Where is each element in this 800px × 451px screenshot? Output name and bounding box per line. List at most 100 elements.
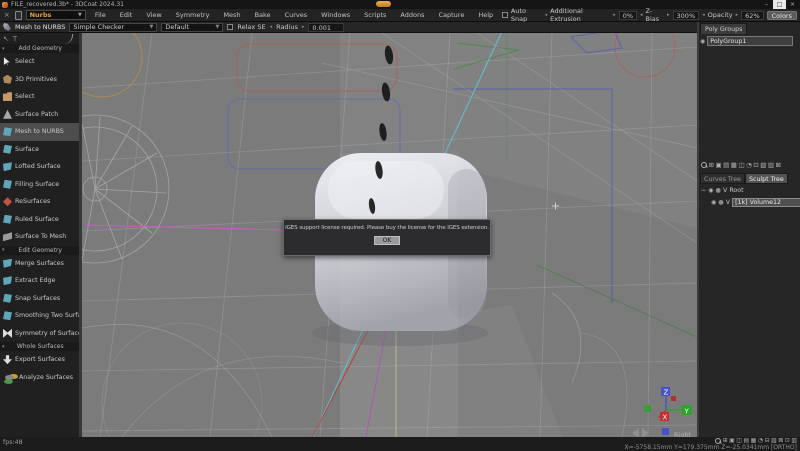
sidebar-item-3d-primitives[interactable]: 3D Primitives	[0, 71, 82, 89]
visibility-icon[interactable]: ◔	[746, 161, 752, 169]
sidebar-item-surface-to-mesh[interactable]: Surface To Mesh	[0, 228, 82, 246]
toggle-icon-2[interactable]: ▣	[729, 437, 735, 444]
sidebar-item-export-surfaces[interactable]: Export Surfaces	[0, 351, 82, 369]
tab-curves-tree[interactable]: Curves Tree	[700, 173, 745, 184]
toggle-icon-1[interactable]: ⊞	[723, 437, 728, 444]
sidebar-item-resurfaces[interactable]: ReSurfaces	[0, 193, 82, 211]
duplicate-icon[interactable]: ▣	[715, 161, 721, 169]
spinner-left-icon[interactable]: ◂	[545, 12, 548, 18]
section-edit-geometry[interactable]: ▾ Edit Geometry	[0, 246, 82, 255]
section-add-geometry[interactable]: ▾ Add Geometry	[0, 44, 82, 53]
polygroup-row[interactable]: ◉ PolyGroup1	[700, 36, 793, 46]
sidebar-item-smoothing-two-surfaces[interactable]: Smoothing Two Surfaces	[0, 307, 82, 325]
section-whole-surfaces[interactable]: ▾ Whole Surfaces	[0, 342, 82, 351]
preset-dropdown[interactable]: Default ▼	[161, 23, 223, 32]
sidebar-item-snap-surfaces[interactable]: Snap Surfaces	[0, 290, 82, 308]
close-tool-icon[interactable]: ×	[3, 11, 11, 19]
menu-mesh[interactable]: Mesh	[218, 11, 245, 19]
sidebar-item-lofted-surface[interactable]: Lofted Surface	[0, 158, 82, 176]
sidebar-item-select-2[interactable]: Select	[0, 88, 82, 106]
opacity-value[interactable]: 62%	[741, 11, 763, 20]
merge-icon[interactable]: ◫	[738, 161, 744, 169]
toggle-icon-10[interactable]: ⊡	[785, 437, 790, 444]
toggle-icon-11[interactable]: ▥	[791, 437, 797, 444]
spinner-right-icon[interactable]: ▸	[667, 12, 670, 18]
menu-curves[interactable]: Curves	[280, 11, 313, 19]
spinner-left-icon[interactable]: ◂	[270, 24, 273, 30]
search-icon[interactable]	[715, 438, 721, 444]
spinner-right-icon[interactable]: ▸	[736, 12, 739, 18]
sidebar-item-analyze-surfaces[interactable]: Analyze Surfaces	[0, 369, 82, 387]
tree-row-volume[interactable]: ◉ ● V [1k] Volume12	[711, 198, 800, 207]
menu-windows[interactable]: Windows	[316, 11, 355, 19]
spinner-right-icon[interactable]: ▸	[302, 24, 305, 30]
menu-addons[interactable]: Addons	[395, 11, 429, 19]
menu-file[interactable]: File	[90, 11, 111, 19]
extrusion-value[interactable]: 0%	[619, 11, 637, 20]
curve-stroke-icon[interactable]	[64, 34, 73, 44]
document-icon[interactable]	[15, 11, 22, 20]
tab-sculpt-tree[interactable]: Sculpt Tree	[745, 173, 788, 184]
relax-se-checkbox[interactable]	[227, 24, 233, 30]
grid-icon[interactable]: ▦	[731, 161, 737, 169]
toggle-icon-3[interactable]: ◫	[736, 437, 742, 444]
toggle-icon-9[interactable]: ⊠	[778, 437, 783, 444]
volume-item[interactable]: [1k] Volume12	[732, 198, 800, 207]
spinner-left-icon[interactable]: ◂	[702, 12, 705, 18]
sidebar-item-extract-edge[interactable]: Extract Edge	[0, 272, 82, 290]
sidebar-item-surface-patch[interactable]: Surface Patch	[0, 106, 82, 124]
spinner-right-icon[interactable]: ▸	[613, 12, 616, 18]
eye-icon[interactable]: ◉	[700, 38, 705, 45]
vox-icon[interactable]: V	[723, 187, 727, 194]
toggle-icon-8[interactable]: ▧	[771, 437, 777, 444]
polygroup-item[interactable]: PolyGroup1	[707, 36, 793, 46]
sidebar-item-surface[interactable]: Surface	[0, 141, 82, 159]
sphere-icon[interactable]: ●	[718, 199, 724, 206]
toggle-icon-4[interactable]: ▤	[743, 437, 749, 444]
text-tool-icon[interactable]: T	[13, 35, 17, 43]
menu-scripts[interactable]: Scripts	[359, 11, 391, 19]
sidebar-item-symmetry-of-surface[interactable]: Symmetry of Surface	[0, 325, 82, 343]
sidebar-item-mesh-to-nurbs[interactable]: Mesh to NURBS	[0, 123, 82, 141]
gizmo-red-handle[interactable]	[671, 396, 676, 401]
tree-row-root[interactable]: − ◉ ● V Root	[701, 187, 744, 194]
radius-value[interactable]: 0.001	[308, 23, 344, 32]
toggle-icon-7[interactable]: ⊟	[765, 437, 770, 444]
rows-icon[interactable]: ▥	[768, 161, 774, 169]
checker-dropdown[interactable]: Simple Checker ▼	[69, 23, 157, 32]
menu-symmetry[interactable]: Symmetry	[171, 11, 215, 19]
menu-capture[interactable]: Capture	[433, 11, 469, 19]
gizmo-green-handle[interactable]	[644, 405, 651, 412]
colors-button[interactable]: Colors	[767, 11, 797, 20]
delete-icon[interactable]: ⊠	[776, 161, 781, 169]
viewport[interactable]: Z Y X Right IGES support license require…	[82, 33, 697, 437]
tab-poly-groups[interactable]: Poly Groups	[700, 23, 747, 34]
sidebar-item-merge-surfaces[interactable]: Merge Surfaces	[0, 255, 82, 273]
toggle-icon-6[interactable]: ◔	[758, 437, 763, 444]
sidebar-item-ruled-surface[interactable]: Ruled Surface	[0, 211, 82, 229]
menu-bake[interactable]: Bake	[250, 11, 276, 19]
spinner-left-icon[interactable]: ◂	[640, 12, 643, 18]
eye-icon[interactable]: ◉	[711, 199, 716, 206]
zbias-value[interactable]: 300%	[673, 11, 700, 20]
search-icon[interactable]	[701, 162, 707, 168]
auto-snap-checkbox[interactable]	[502, 12, 508, 18]
toggle-icon-5[interactable]: ▦	[751, 437, 757, 444]
menu-help[interactable]: Help	[473, 11, 498, 19]
sidebar-item-select[interactable]: Select	[0, 53, 82, 71]
layers-icon[interactable]: ▤	[723, 161, 729, 169]
box-icon[interactable]: ⊡	[753, 161, 758, 169]
ok-button[interactable]: OK	[374, 236, 400, 245]
expander-icon[interactable]: −	[701, 187, 706, 194]
sidebar-item-filling-surface[interactable]: Filling Surface	[0, 176, 82, 194]
gizmo-blue-handle[interactable]	[662, 428, 669, 435]
add-layer-icon[interactable]: ⊞	[709, 161, 714, 169]
shade-icon[interactable]: ▧	[760, 161, 766, 169]
vox-icon[interactable]: V	[726, 199, 730, 206]
undo-stroke-icon[interactable]: ↖	[3, 35, 9, 43]
sphere-icon[interactable]: ●	[716, 187, 722, 194]
eye-icon[interactable]: ◉	[708, 187, 713, 194]
menu-edit[interactable]: Edit	[115, 11, 138, 19]
room-mode-dropdown[interactable]: Nurbs ▼	[26, 10, 86, 20]
menu-view[interactable]: View	[141, 11, 166, 19]
